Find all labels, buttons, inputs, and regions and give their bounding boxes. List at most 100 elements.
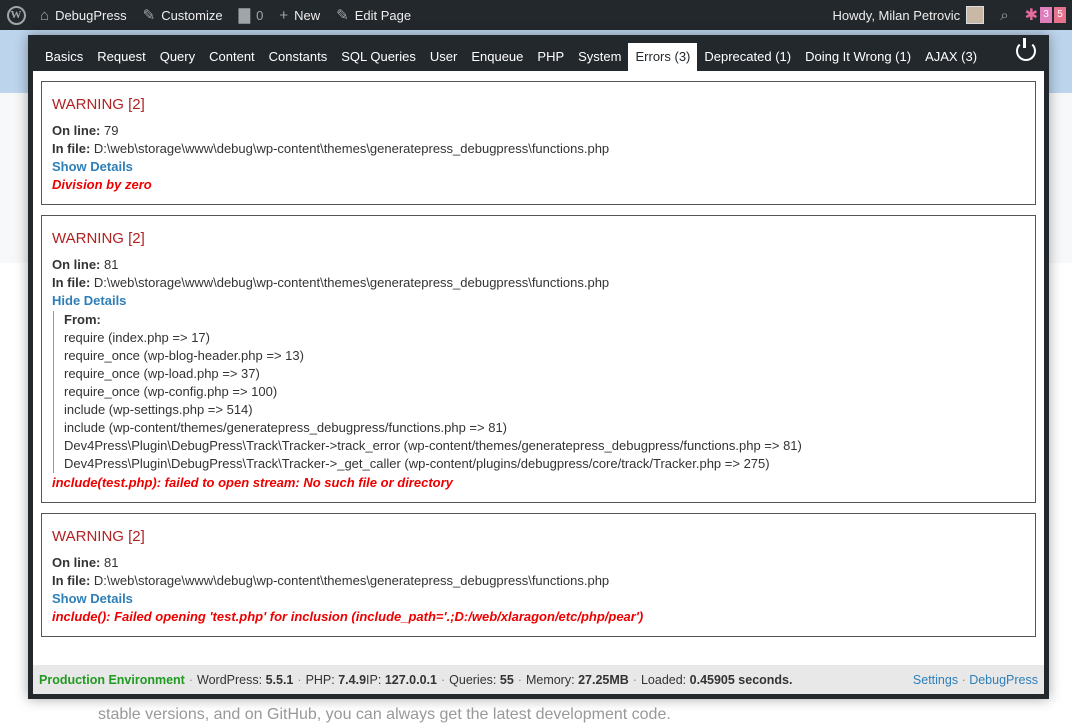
- hide-details-link[interactable]: Hide Details: [52, 292, 1025, 310]
- debugpress-link[interactable]: DebugPress: [969, 673, 1038, 687]
- pencil-icon: ✎: [336, 6, 349, 24]
- tab-constants[interactable]: Constants: [262, 43, 335, 71]
- tab-deprecated[interactable]: Deprecated (1): [697, 43, 798, 71]
- comment-icon: ▇: [238, 6, 251, 24]
- trace-line: require_once (wp-load.php => 37): [64, 366, 260, 381]
- trace-line: Dev4Press\Plugin\DebugPress\Track\Tracke…: [64, 456, 770, 471]
- error-entry: WARNING [2] On line: 79 In file: D:\web\…: [41, 81, 1036, 205]
- plus-icon: +: [279, 6, 289, 24]
- queries-value: 55: [499, 672, 514, 687]
- site-name: DebugPress: [55, 7, 127, 23]
- howdy-text: Howdy, Milan Petrovic: [832, 7, 961, 23]
- tab-enqueue[interactable]: Enqueue: [464, 43, 530, 71]
- avatar: [966, 6, 985, 24]
- trace-line: require_once (wp-blog-header.php => 13): [64, 348, 304, 363]
- my-account-menu[interactable]: Howdy, Milan Petrovic: [825, 0, 993, 30]
- debugpress-panel: Basics Request Query Content Constants S…: [28, 35, 1049, 699]
- new-label: New: [294, 7, 321, 23]
- tab-sql-queries[interactable]: SQL Queries: [334, 43, 423, 71]
- tab-doing-it-wrong[interactable]: Doing It Wrong (1): [798, 43, 918, 71]
- on-line-label: On line:: [52, 123, 101, 138]
- tab-query[interactable]: Query: [153, 43, 202, 71]
- trace-line: require_once (wp-config.php => 100): [64, 384, 278, 399]
- customize-menu[interactable]: ✎ Customize: [135, 0, 231, 30]
- queries-label: Queries:: [449, 672, 497, 687]
- search-icon: ⌕: [1000, 6, 1009, 24]
- loaded-label: Loaded:: [640, 672, 687, 687]
- edit-page-label: Edit Page: [354, 7, 412, 23]
- bug-icon: ✱: [1024, 7, 1038, 24]
- error-line-value: 81: [104, 555, 119, 570]
- error-title: WARNING [2]: [52, 96, 145, 113]
- error-message: include(test.php): failed to open stream…: [52, 475, 453, 490]
- error-message: Division by zero: [52, 177, 152, 192]
- trace-from-label: From:: [64, 312, 101, 327]
- in-file-label: In file:: [52, 573, 91, 588]
- in-file-label: In file:: [52, 275, 91, 290]
- debugpress-menu[interactable]: ✱ 3 5: [1017, 0, 1072, 30]
- show-details-link[interactable]: Show Details: [52, 158, 1025, 176]
- new-content-menu[interactable]: + New: [271, 0, 328, 30]
- trace-line: Dev4Press\Plugin\DebugPress\Track\Tracke…: [64, 438, 802, 453]
- on-line-label: On line:: [52, 257, 101, 272]
- tab-content[interactable]: Content: [202, 43, 262, 71]
- customize-label: Customize: [161, 7, 223, 23]
- tab-php[interactable]: PHP: [530, 43, 571, 71]
- trace-line: include (wp-content/themes/generatepress…: [64, 420, 508, 435]
- home-icon: ⌂: [40, 6, 50, 24]
- stack-trace: From: require (index.php => 17) require_…: [53, 311, 1025, 473]
- tab-system[interactable]: System: [571, 43, 628, 71]
- settings-link[interactable]: Settings: [913, 673, 958, 687]
- tab-request[interactable]: Request: [90, 43, 152, 71]
- search-menu[interactable]: ⌕: [992, 0, 1016, 30]
- error-file-value: D:\web\storage\www\debug\wp-content\them…: [93, 573, 610, 588]
- site-name-menu[interactable]: ⌂ DebugPress: [32, 0, 135, 30]
- error-entry: WARNING [2] On line: 81 In file: D:\web\…: [41, 215, 1036, 503]
- comments-count: 0: [256, 7, 264, 23]
- edit-page-menu[interactable]: ✎ Edit Page: [328, 0, 419, 30]
- trace-line: include (wp-settings.php => 514): [64, 402, 253, 417]
- error-line-value: 81: [104, 257, 119, 272]
- error-title: WARNING [2]: [52, 528, 145, 545]
- php-label: PHP:: [305, 672, 335, 687]
- error-line: On line: 81: [52, 554, 1025, 572]
- wp-logo-menu[interactable]: W: [0, 0, 32, 30]
- panel-footer: Production Environment · WordPress: 5.5.…: [33, 665, 1044, 694]
- loaded-value: 0.45905 seconds.: [689, 672, 793, 687]
- in-file-label: In file:: [52, 141, 91, 156]
- error-file: In file: D:\web\storage\www\debug\wp-con…: [52, 274, 1025, 292]
- tab-user[interactable]: User: [423, 43, 464, 71]
- error-file: In file: D:\web\storage\www\debug\wp-con…: [52, 140, 1025, 158]
- memory-value: 27.25MB: [578, 672, 629, 687]
- error-file-value: D:\web\storage\www\debug\wp-content\them…: [93, 141, 610, 156]
- comments-menu[interactable]: ▇ 0: [231, 0, 272, 30]
- ip-value: 127.0.0.1: [384, 672, 437, 687]
- tab-ajax[interactable]: AJAX (3): [918, 43, 984, 71]
- on-line-label: On line:: [52, 555, 101, 570]
- environment-label: Production Environment: [39, 672, 185, 687]
- tab-basics[interactable]: Basics: [38, 43, 90, 71]
- trace-line: require (index.php => 17): [64, 330, 210, 345]
- wordpress-label: WordPress:: [197, 672, 263, 687]
- memory-label: Memory:: [525, 672, 575, 687]
- brush-icon: ✎: [142, 6, 156, 24]
- errors-list: WARNING [2] On line: 79 In file: D:\web\…: [33, 71, 1044, 637]
- error-line-value: 79: [104, 123, 119, 138]
- error-message: include(): Failed opening 'test.php' for…: [52, 609, 644, 624]
- show-details-link[interactable]: Show Details: [52, 590, 1025, 608]
- error-title: WARNING [2]: [52, 230, 145, 247]
- error-file: In file: D:\web\storage\www\debug\wp-con…: [52, 572, 1025, 590]
- tab-errors[interactable]: Errors (3): [628, 43, 698, 71]
- debug-badge-a: 3: [1040, 7, 1052, 23]
- power-icon[interactable]: [1016, 38, 1036, 61]
- error-line: On line: 79: [52, 122, 1025, 140]
- error-entry: WARNING [2] On line: 81 In file: D:\web\…: [41, 513, 1036, 637]
- wordpress-icon: W: [6, 5, 26, 25]
- wp-admin-bar: W ⌂ DebugPress ✎ Customize ▇ 0 + New ✎ E…: [0, 0, 1072, 30]
- error-line: On line: 81: [52, 256, 1025, 274]
- php-version: 7.4.9: [338, 672, 367, 687]
- tab-bar: Basics Request Query Content Constants S…: [33, 35, 1044, 71]
- ip-label: IP:: [366, 672, 382, 687]
- debug-badge-b: 5: [1054, 7, 1066, 23]
- wordpress-version: 5.5.1: [265, 672, 294, 687]
